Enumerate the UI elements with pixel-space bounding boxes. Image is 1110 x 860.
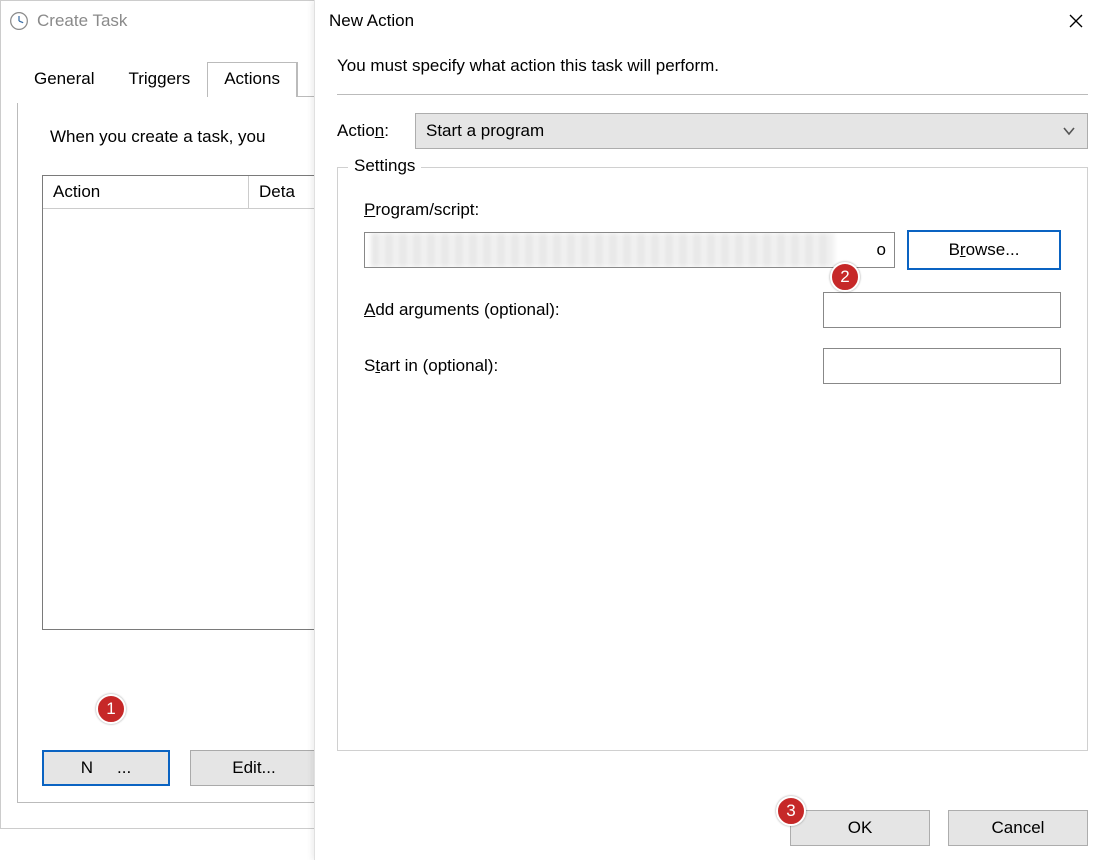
- cancel-button[interactable]: Cancel: [948, 810, 1088, 846]
- tab-general[interactable]: General: [17, 62, 111, 97]
- ok-button[interactable]: OK: [790, 810, 930, 846]
- action-select-value: Start a program: [426, 121, 544, 141]
- close-button[interactable]: [1056, 6, 1096, 36]
- chevron-down-icon: [1061, 123, 1077, 139]
- tab-triggers[interactable]: Triggers: [111, 62, 207, 97]
- annotation-3: 3: [776, 796, 806, 826]
- start-in-label: Start in (optional):: [364, 356, 498, 376]
- program-script-label: Program/script:: [364, 200, 1061, 220]
- cancel-button-label: Cancel: [992, 818, 1045, 838]
- edit-button[interactable]: Edit...: [190, 750, 318, 786]
- ok-button-label: OK: [848, 818, 873, 838]
- browse-button[interactable]: Browse...: [907, 230, 1061, 270]
- close-icon: [1069, 14, 1083, 28]
- tab-actions[interactable]: Actions: [207, 62, 297, 97]
- start-in-input[interactable]: [823, 348, 1061, 384]
- annotation-2: 2: [830, 262, 860, 292]
- annotation-1: 1: [96, 694, 126, 724]
- edit-button-label: Edit...: [232, 758, 275, 778]
- new-button-suffix: ...: [117, 758, 131, 778]
- column-header-action[interactable]: Action: [43, 176, 249, 208]
- program-script-value-redacted: [371, 233, 834, 267]
- settings-legend: Settings: [348, 156, 421, 176]
- add-arguments-input[interactable]: [823, 292, 1061, 328]
- new-action-title: New Action: [329, 11, 414, 31]
- new-action-window: New Action You must specify what action …: [314, 0, 1110, 860]
- clock-icon: [9, 11, 29, 31]
- new-button-label: N: [81, 758, 93, 778]
- instruction-text: You must specify what action this task w…: [337, 56, 1088, 95]
- program-script-suffix: o: [873, 240, 886, 260]
- add-arguments-label: Add arguments (optional):: [364, 300, 560, 320]
- new-button[interactable]: N ...: [42, 750, 170, 786]
- tab-truncated[interactable]: [297, 62, 309, 97]
- settings-group: Settings Program/script: o Browse... Add…: [337, 167, 1088, 751]
- action-label: Action:: [337, 121, 397, 141]
- action-select[interactable]: Start a program: [415, 113, 1088, 149]
- program-script-input[interactable]: o: [364, 232, 895, 268]
- create-task-title: Create Task: [37, 11, 127, 31]
